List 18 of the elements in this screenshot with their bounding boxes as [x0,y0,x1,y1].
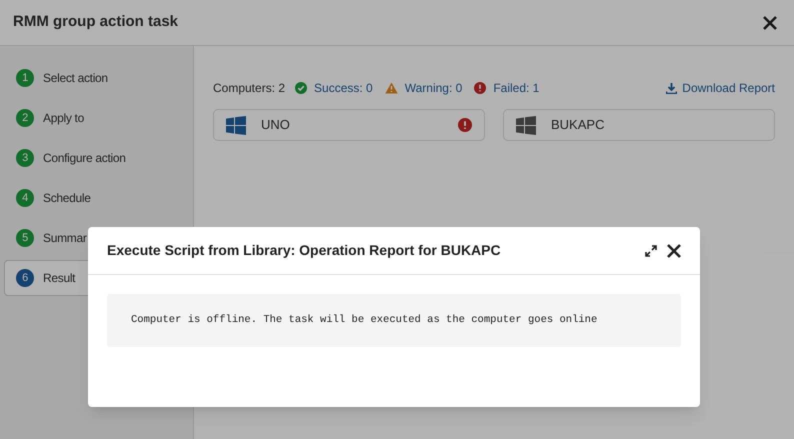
step-number: 5 [16,229,34,247]
step-label: Apply to [43,110,84,127]
window-title: RMM group action task [13,12,178,32]
step-number: 3 [16,149,34,167]
step-number: 1 [16,69,34,87]
step-number: 2 [16,109,34,127]
message-text: Computer is offline. The task will be executed as the computer goes online [131,312,598,328]
step-label: Result [43,270,76,287]
step-label: Configure action [43,150,126,167]
computer-name: UNO [261,116,290,134]
step-label: Summar [43,230,87,247]
step-label: Select action [43,70,108,87]
step-number: 6 [16,269,34,287]
computers-count: Computers: 2 [213,80,286,97]
step-number: 4 [16,189,34,207]
step-label: Schedule [43,190,91,207]
dialog-title: Execute Script from Library: Operation Report for BUKAPC [107,241,501,260]
computer-name: BUKAPC [551,116,604,134]
